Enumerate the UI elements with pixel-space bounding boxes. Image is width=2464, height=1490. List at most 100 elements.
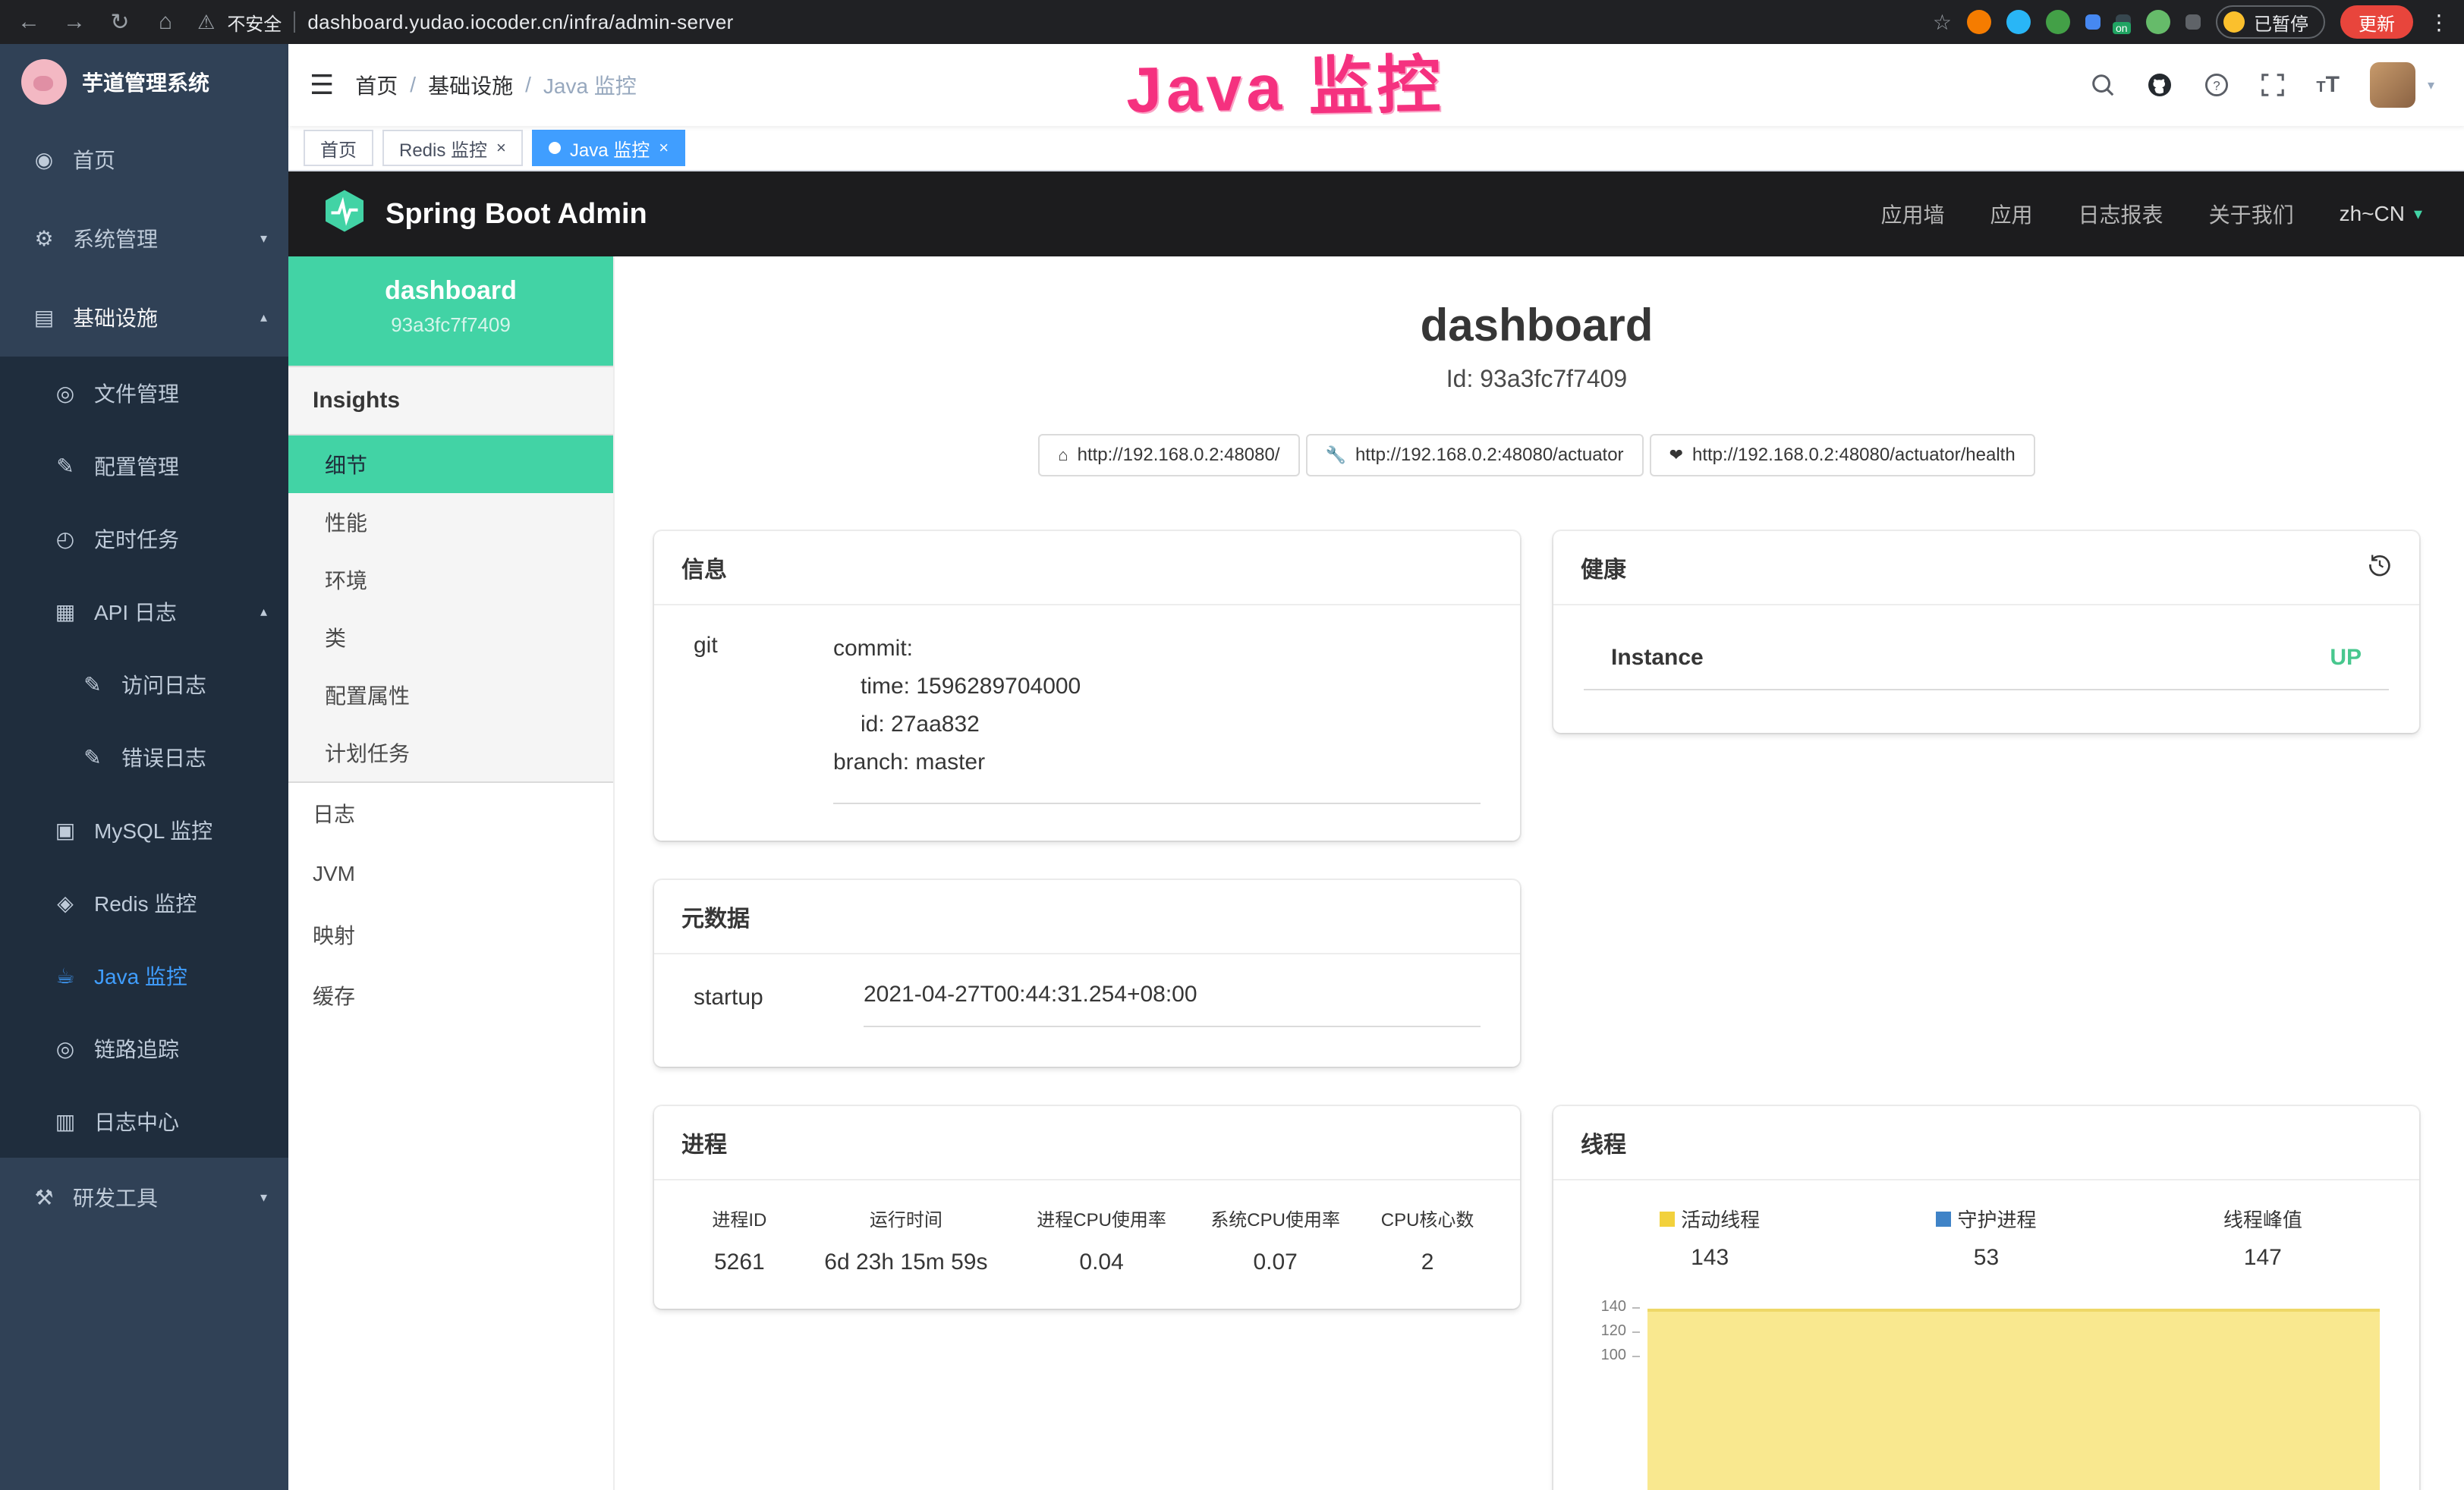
extension-icon[interactable] bbox=[2146, 10, 2170, 34]
sidebar-item-java-monitor[interactable]: ☕ Java 监控 bbox=[0, 939, 288, 1012]
reload-icon[interactable]: ↻ bbox=[106, 9, 134, 36]
doc-icon: ✎ bbox=[79, 672, 106, 697]
sba-item-mappings[interactable]: 映射 bbox=[288, 904, 613, 965]
process-header: 进程ID bbox=[681, 1205, 798, 1231]
process-value: 2 bbox=[1362, 1250, 1493, 1275]
sidebar-item-mysql[interactable]: ▣ MySQL 监控 bbox=[0, 794, 288, 866]
info-key: git bbox=[694, 630, 833, 804]
link-label: http://192.168.0.2:48080/actuator bbox=[1355, 445, 1624, 466]
daemon-threads-swatch bbox=[1936, 1212, 1951, 1227]
header-actions: ? TT ▾ bbox=[2090, 62, 2434, 108]
profile-paused-chip[interactable]: 已暂停 bbox=[2216, 5, 2325, 39]
close-icon[interactable]: × bbox=[496, 138, 506, 158]
process-card-title: 进程 bbox=[654, 1106, 1520, 1180]
sba-nav-journal[interactable]: 日志报表 bbox=[2079, 199, 2163, 229]
github-icon[interactable] bbox=[2146, 71, 2173, 99]
sba-insights-group: 细节 性能 环境 类 配置属性 计划任务 bbox=[288, 435, 613, 783]
sidebar-toggle-icon[interactable]: ☰ bbox=[310, 69, 334, 101]
font-size-icon[interactable]: TT bbox=[2316, 72, 2340, 98]
extension-icon[interactable] bbox=[2046, 10, 2070, 34]
address-bar[interactable]: ⚠ 不安全 dashboard.yudao.iocoder.cn/infra/a… bbox=[197, 9, 1915, 36]
browser-menu-icon[interactable]: ⋮ bbox=[2428, 10, 2450, 35]
help-icon[interactable]: ? bbox=[2204, 72, 2230, 98]
y-tick: 140 bbox=[1572, 1298, 1626, 1316]
extension-icon[interactable] bbox=[1967, 10, 1991, 34]
threads-legend: 活动线程 143 守护进程 53 线程峰值 14 bbox=[1572, 1205, 2401, 1271]
sidebar-item-config[interactable]: ✎ 配置管理 bbox=[0, 429, 288, 502]
home-icon[interactable]: ⌂ bbox=[152, 9, 179, 35]
language-value: zh~CN bbox=[2340, 202, 2405, 226]
sba-item-jvm[interactable]: JVM bbox=[288, 844, 613, 904]
bookmark-star-icon[interactable]: ☆ bbox=[1933, 10, 1952, 35]
back-icon[interactable]: ← bbox=[15, 9, 42, 35]
sidebar-item-infra[interactable]: ▤ 基础设施 ▴ bbox=[0, 278, 288, 357]
health-instance-row[interactable]: Instance UP bbox=[1584, 633, 2389, 690]
sidebar-item-job[interactable]: ◴ 定时任务 bbox=[0, 502, 288, 575]
sba-item-scheduled-tasks[interactable]: 计划任务 bbox=[288, 724, 613, 781]
sba-item-classes[interactable]: 类 bbox=[288, 608, 613, 666]
sba-item-details[interactable]: 细节 bbox=[288, 435, 613, 493]
database-icon: ▣ bbox=[52, 818, 79, 843]
user-avatar[interactable] bbox=[2370, 62, 2415, 108]
tag-tabs-bar: 首页 Redis 监控 × Java 监控 × bbox=[288, 126, 2464, 171]
forward-icon[interactable]: → bbox=[61, 9, 88, 35]
breadcrumb-separator: / bbox=[525, 73, 531, 97]
sba-group-insights[interactable]: Insights bbox=[288, 366, 613, 435]
sba-app-block[interactable]: dashboard 93a3fc7f7409 bbox=[288, 256, 613, 366]
item-label: 缓存 bbox=[313, 980, 355, 1011]
close-icon[interactable]: × bbox=[659, 138, 669, 158]
sidebar-item-label: 系统管理 bbox=[73, 223, 158, 253]
item-label: 性能 bbox=[325, 507, 367, 537]
sba-item-caches[interactable]: 缓存 bbox=[288, 965, 613, 1026]
active-dot-icon bbox=[549, 142, 561, 154]
language-select[interactable]: zh~CN ▾ bbox=[2340, 202, 2422, 226]
sba-nav-applications[interactable]: 应用 bbox=[1990, 199, 2033, 229]
extension-icon[interactable] bbox=[2085, 14, 2101, 30]
actuator-url-link[interactable]: 🔧 http://192.168.0.2:48080/actuator bbox=[1306, 434, 1644, 476]
sidebar-item-access-log[interactable]: ✎ 访问日志 bbox=[0, 648, 288, 721]
sidebar-item-redis[interactable]: ◈ Redis 监控 bbox=[0, 866, 288, 939]
health-url-link[interactable]: ❤ http://192.168.0.2:48080/actuator/heal… bbox=[1650, 434, 2035, 476]
sidebar-item-devtools[interactable]: ⚒ 研发工具 ▾ bbox=[0, 1158, 288, 1237]
chrome-update-button[interactable]: 更新 bbox=[2340, 5, 2413, 39]
breadcrumb-item[interactable]: 基础设施 bbox=[428, 70, 513, 100]
history-icon[interactable] bbox=[2368, 552, 2392, 583]
update-label: 更新 bbox=[2359, 9, 2395, 36]
breadcrumb-item[interactable]: 首页 bbox=[355, 70, 398, 100]
tab-redis-monitor[interactable]: Redis 监控 × bbox=[382, 130, 523, 166]
extension-icon[interactable] bbox=[2006, 10, 2031, 34]
tab-home[interactable]: 首页 bbox=[304, 130, 373, 166]
service-url-link[interactable]: ⌂ http://192.168.0.2:48080/ bbox=[1038, 434, 1299, 476]
sba-item-metrics[interactable]: 性能 bbox=[288, 493, 613, 551]
annotation-text: Java 监控 bbox=[1125, 33, 1446, 130]
extension-icon[interactable]: on bbox=[2116, 14, 2131, 30]
search-icon[interactable] bbox=[2090, 72, 2116, 98]
live-threads-area bbox=[1647, 1309, 2380, 1490]
sidebar-item-trace[interactable]: ◎ 链路追踪 bbox=[0, 1012, 288, 1085]
threads-chart: 140 120 100 bbox=[1572, 1298, 2401, 1490]
sidebar-item-file[interactable]: ◎ 文件管理 bbox=[0, 357, 288, 429]
fullscreen-icon[interactable] bbox=[2260, 72, 2286, 98]
sidebar-item-api-log[interactable]: ▦ API 日志 ▴ bbox=[0, 575, 288, 648]
git-branch: branch: master bbox=[833, 743, 1481, 781]
sidebar-item-system[interactable]: ⚙ 系统管理 ▾ bbox=[0, 199, 288, 278]
item-label: 细节 bbox=[325, 449, 367, 479]
divider bbox=[294, 11, 295, 33]
sba-nav-wall[interactable]: 应用墙 bbox=[1881, 199, 1945, 229]
sba-nav-about[interactable]: 关于我们 bbox=[2209, 199, 2294, 229]
tab-java-monitor[interactable]: Java 监控 × bbox=[532, 130, 685, 166]
sba-item-logs[interactable]: 日志 bbox=[288, 783, 613, 844]
sidebar-item-log-center[interactable]: ▥ 日志中心 bbox=[0, 1085, 288, 1158]
sidebar-item-home[interactable]: ◉ 首页 bbox=[0, 120, 288, 199]
link-label: http://192.168.0.2:48080/actuator/health bbox=[1692, 445, 2016, 466]
git-commit-time: time: 1596289704000 bbox=[833, 668, 1481, 706]
extensions-puzzle-icon[interactable] bbox=[2186, 14, 2201, 30]
paused-label: 已暂停 bbox=[2254, 9, 2308, 36]
sba-item-configprops[interactable]: 配置属性 bbox=[288, 666, 613, 724]
brand: 芋道管理系统 bbox=[0, 44, 288, 120]
timer-icon: ◴ bbox=[52, 527, 79, 552]
sidebar-item-error-log[interactable]: ✎ 错误日志 bbox=[0, 721, 288, 794]
url-text[interactable]: dashboard.yudao.iocoder.cn/infra/admin-s… bbox=[307, 11, 733, 34]
process-header: 进程CPU使用率 bbox=[1015, 1205, 1188, 1231]
sba-item-environment[interactable]: 环境 bbox=[288, 551, 613, 608]
